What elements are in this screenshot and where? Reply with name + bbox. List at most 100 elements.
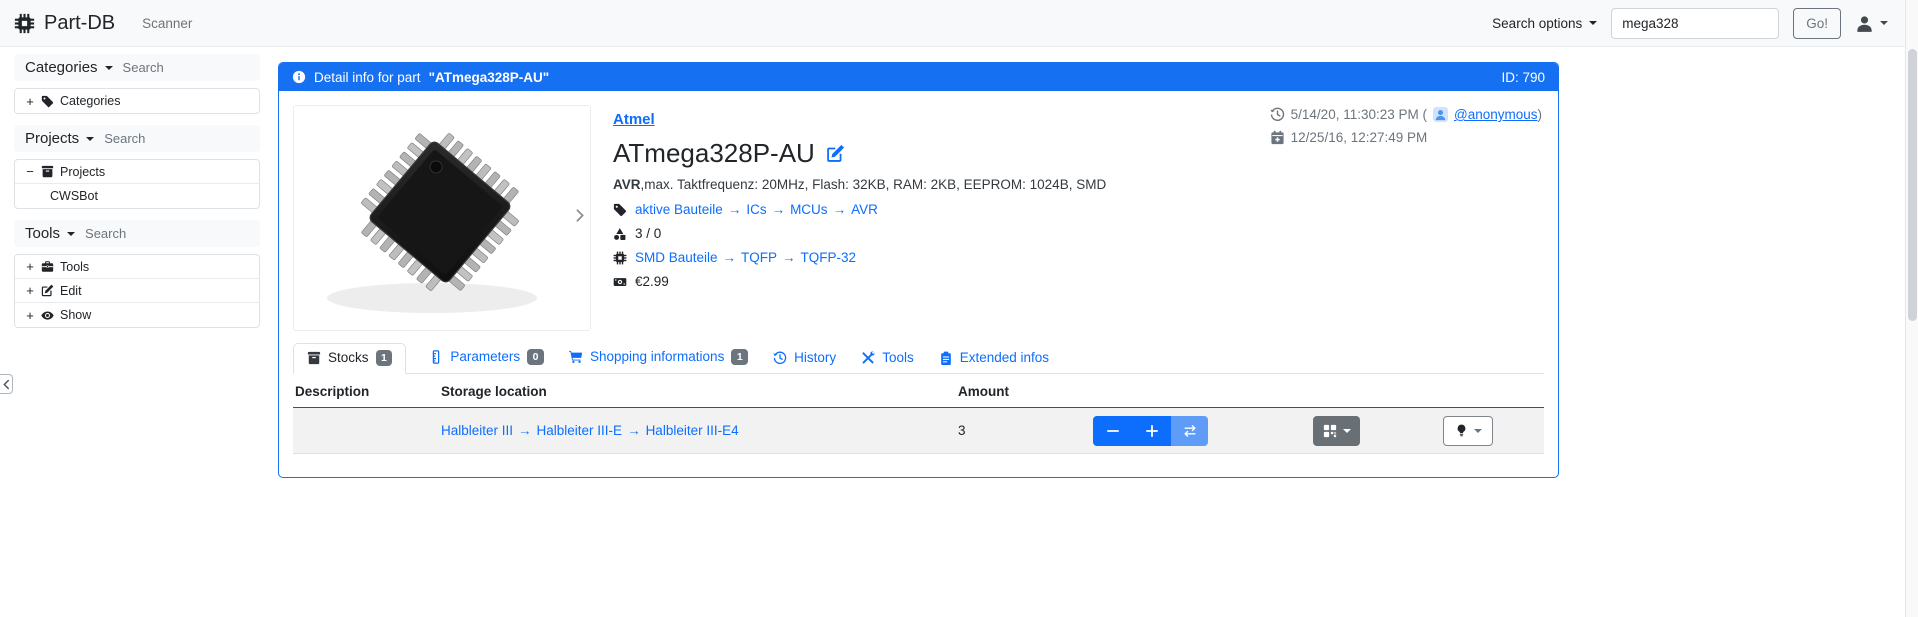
last-modified-value: 5/14/20, 11:30:23 PM ( xyxy=(1291,107,1427,122)
tab-badge: 1 xyxy=(376,350,393,367)
part-info-row: Atmel ATmega328P-AU AVR ,max. Taktfrequen… xyxy=(293,105,1544,331)
label-generator-dropdown-button[interactable] xyxy=(1313,416,1360,446)
column-header-description: Description xyxy=(293,374,439,408)
last-modified-row: 5/14/20, 11:30:23 PM ( @anonymous) xyxy=(1270,107,1542,122)
top-navbar: Part-DB Scanner Search options Go! xyxy=(0,0,1918,47)
footprint-link[interactable]: SMD Bauteile xyxy=(635,250,718,265)
tab-label: Tools xyxy=(882,350,914,365)
brand-label: Part-DB xyxy=(44,12,115,35)
card-title-prefix: Detail info for part xyxy=(314,70,421,85)
page-scrollbar[interactable] xyxy=(1905,0,1918,617)
categories-title: Categories xyxy=(25,59,98,76)
categories-dropdown[interactable]: Categories xyxy=(25,59,113,76)
qr-grid-icon xyxy=(1323,424,1337,438)
tree-item-cwsbot[interactable]: CWSBot xyxy=(15,184,259,208)
info-icon xyxy=(292,70,306,84)
storage-location-link[interactable]: Halbleiter III-E xyxy=(537,423,623,438)
tree-item-tools[interactable]: + Tools xyxy=(15,255,259,279)
projects-dropdown[interactable]: Projects xyxy=(25,130,94,147)
tab-parameters[interactable]: Parameters 0 xyxy=(427,349,546,374)
sidebar: Categories + Categories Projects − Proje… xyxy=(0,47,272,339)
avatar-icon xyxy=(1433,107,1448,122)
tools-dropdown[interactable]: Tools xyxy=(25,225,75,242)
tree-item-label: Projects xyxy=(60,165,105,179)
part-detail-column: Atmel ATmega328P-AU AVR ,max. Taktfrequen… xyxy=(591,105,1270,331)
tree-item-edit[interactable]: + Edit xyxy=(15,279,259,303)
nav-item-scanner[interactable]: Scanner xyxy=(142,16,192,31)
manufacturer-link[interactable]: Atmel xyxy=(613,111,655,128)
tab-history[interactable]: History xyxy=(771,350,838,373)
chevron-down-icon xyxy=(1343,429,1351,433)
stock-row-label-cell xyxy=(1311,408,1441,454)
search-options-dropdown[interactable]: Search options xyxy=(1492,16,1597,31)
sidebar-collapse-handle[interactable] xyxy=(0,374,13,394)
move-stock-button[interactable] xyxy=(1171,416,1208,446)
storage-location-link[interactable]: Halbleiter III xyxy=(441,423,513,438)
money-icon xyxy=(613,275,627,289)
footprint-row: SMD Bauteile TQFP TQFP-32 xyxy=(613,250,1270,265)
search-input[interactable] xyxy=(1611,8,1779,39)
stock-row-location-cell: Halbleiter III Halbleiter III-E Halbleiter… xyxy=(439,408,956,454)
category-row: aktive Bauteile ICs MCUs AVR xyxy=(613,202,1270,217)
projects-panel-header: Projects xyxy=(14,125,260,152)
projects-search-input[interactable] xyxy=(104,131,214,146)
category-link[interactable]: MCUs xyxy=(790,202,828,217)
led-locate-dropdown-button[interactable] xyxy=(1443,416,1493,446)
exchange-arrows-icon xyxy=(1183,424,1197,438)
chevron-down-icon xyxy=(86,137,94,141)
category-link[interactable]: aktive Bauteile xyxy=(635,202,723,217)
arrow-separator xyxy=(828,202,852,217)
arrow-separator xyxy=(777,250,801,265)
category-link[interactable]: AVR xyxy=(851,202,878,217)
storage-location-link[interactable]: Halbleiter III-E4 xyxy=(646,423,739,438)
category-breadcrumb: aktive Bauteile ICs MCUs AVR xyxy=(635,202,878,217)
toolbox-icon xyxy=(41,260,54,273)
stock-amount-row: 3 / 0 xyxy=(613,226,1270,241)
edit-part-button[interactable] xyxy=(826,144,845,163)
expand-icon[interactable]: + xyxy=(25,283,35,298)
shapes-icon xyxy=(613,227,627,241)
microchip-logo-icon xyxy=(14,13,35,34)
footprint-breadcrumb: SMD Bauteile TQFP TQFP-32 xyxy=(635,250,856,265)
tab-shopping-informations[interactable]: Shopping informations 1 xyxy=(567,349,750,374)
categories-search-input[interactable] xyxy=(123,60,233,75)
decrease-stock-button[interactable] xyxy=(1093,416,1132,446)
footprint-link[interactable]: TQFP xyxy=(741,250,777,265)
expand-icon[interactable]: + xyxy=(25,308,35,323)
category-link[interactable]: ICs xyxy=(746,202,766,217)
user-menu-dropdown[interactable] xyxy=(1855,14,1888,33)
brand-link[interactable]: Part-DB xyxy=(14,12,115,35)
go-button[interactable]: Go! xyxy=(1793,8,1841,39)
tab-stocks[interactable]: Stocks 1 xyxy=(293,343,406,375)
chevron-down-icon xyxy=(67,232,75,236)
arrow-separator xyxy=(718,250,742,265)
arrow-separator xyxy=(513,423,537,438)
created-row: 12/25/16, 12:27:49 PM xyxy=(1270,130,1542,145)
tools-search-input[interactable] xyxy=(85,226,195,241)
stock-table: Description Storage location Amount Halb… xyxy=(293,374,1544,454)
microchip-icon xyxy=(613,251,627,265)
tree-item-categories[interactable]: + Categories xyxy=(15,89,259,113)
part-title-row: ATmega328P-AU xyxy=(613,138,1270,169)
part-id-label: ID: 790 xyxy=(1501,70,1545,85)
expand-icon[interactable]: + xyxy=(25,94,35,109)
anonymous-user-link[interactable]: @anonymous xyxy=(1454,107,1538,122)
column-header-amount: Amount xyxy=(956,374,1091,408)
chevron-down-icon xyxy=(1880,21,1888,25)
tab-extended-infos[interactable]: Extended infos xyxy=(937,350,1051,373)
ruler-icon xyxy=(429,350,443,364)
tree-item-show[interactable]: + Show xyxy=(15,303,259,327)
scrollbar-thumb[interactable] xyxy=(1908,49,1917,321)
tree-item-projects[interactable]: − Projects xyxy=(15,160,259,184)
footprint-link[interactable]: TQFP-32 xyxy=(801,250,857,265)
description-rest: ,max. Taktfrequenz: 20MHz, Flash: 32KB, … xyxy=(641,177,1107,192)
stock-amount: 3 xyxy=(958,423,966,438)
user-icon xyxy=(1855,14,1874,33)
increase-stock-button[interactable] xyxy=(1132,416,1171,446)
collapse-minus-icon[interactable]: − xyxy=(25,164,35,179)
expand-icon[interactable]: + xyxy=(25,259,35,274)
tab-label: History xyxy=(794,350,836,365)
tools-tree: + Tools + Edit + Show xyxy=(14,254,260,328)
image-next-arrow[interactable] xyxy=(573,209,587,228)
tab-tools[interactable]: Tools xyxy=(859,350,916,373)
